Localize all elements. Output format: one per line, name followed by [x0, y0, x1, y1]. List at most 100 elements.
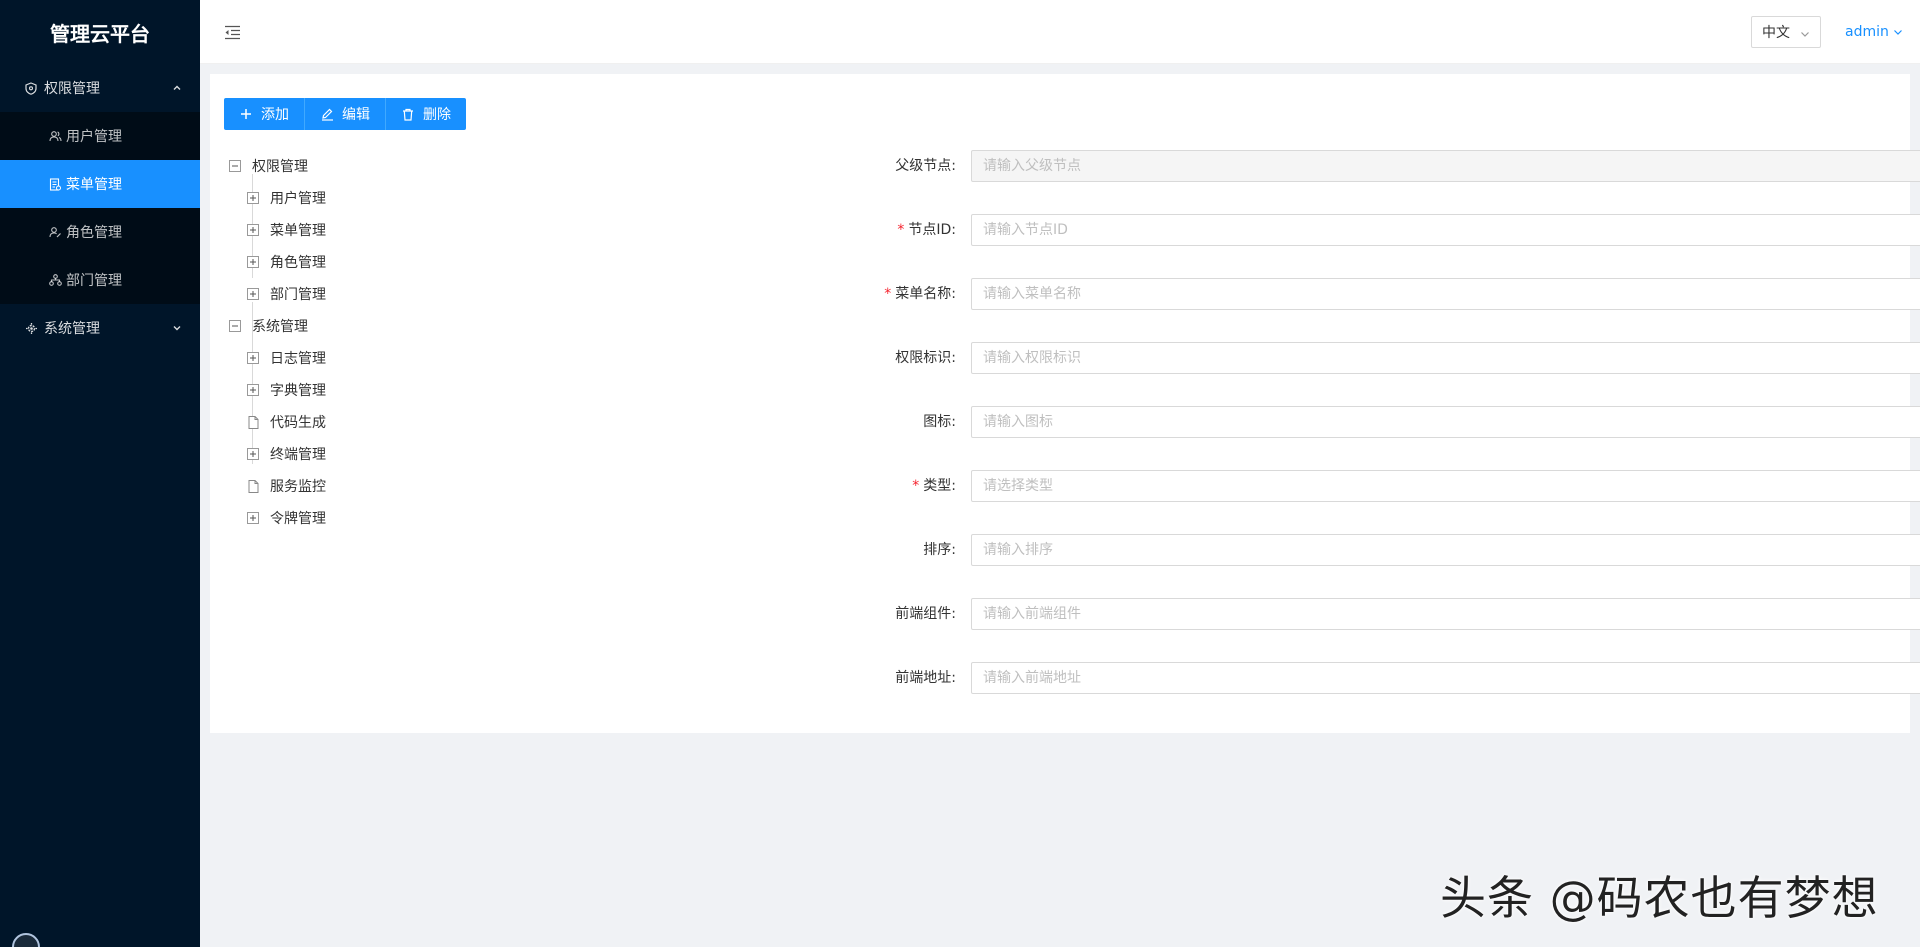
- edit-icon: [320, 107, 334, 121]
- tree-node-logs[interactable]: 日志管理: [228, 342, 628, 374]
- user-group-icon: [48, 129, 62, 143]
- tree-node-label: 系统管理: [252, 319, 308, 335]
- tree-node-tokens[interactable]: 令牌管理: [228, 502, 628, 534]
- menu-name-input[interactable]: [971, 278, 1920, 310]
- watermark: 头条 @码农也有梦想: [1440, 871, 1879, 925]
- user-dropdown[interactable]: admin: [1845, 22, 1903, 42]
- tree-node-users[interactable]: 用户管理: [228, 182, 628, 214]
- tree-node-label: 日志管理: [270, 351, 326, 367]
- sidebar-item-roles[interactable]: 角色管理: [0, 208, 200, 256]
- required-mark: *: [912, 478, 920, 494]
- tree-node-terminals[interactable]: 终端管理: [228, 438, 628, 470]
- language-value: 中文: [1762, 25, 1790, 41]
- sidebar-item-departments[interactable]: 部门管理: [0, 256, 200, 304]
- tree-node-label: 代码生成: [270, 415, 326, 431]
- sidebar-item-menus[interactable]: 菜单管理: [0, 160, 200, 208]
- form-label: 前端地址:: [895, 670, 956, 686]
- org-tree-icon: [48, 273, 62, 287]
- tree-node-label: 用户管理: [270, 191, 326, 207]
- component-input[interactable]: [971, 598, 1920, 630]
- edit-button[interactable]: 编辑: [305, 98, 386, 130]
- avatar[interactable]: [12, 933, 40, 947]
- sidebar-group-label: 权限管理: [44, 81, 100, 97]
- collapse-icon[interactable]: [228, 159, 242, 173]
- type-select-placeholder: 请选择类型: [983, 478, 1053, 494]
- form-label: 前端组件:: [895, 606, 956, 622]
- chevron-down-icon: [1893, 27, 1903, 37]
- type-select[interactable]: 请选择类型: [971, 470, 1920, 502]
- tree-node-menus[interactable]: 菜单管理: [228, 214, 628, 246]
- required-mark: *: [897, 222, 905, 238]
- tree-node-label: 菜单管理: [270, 223, 326, 239]
- parent-node-input[interactable]: [971, 150, 1920, 182]
- form-label: * 类型:: [912, 478, 956, 494]
- sidebar-item-label: 用户管理: [66, 129, 122, 145]
- form-row-sort: 排序:: [830, 534, 1920, 566]
- tree-node-codegen[interactable]: 代码生成: [228, 406, 628, 438]
- icon-input[interactable]: [971, 406, 1920, 438]
- form-row-type: * 类型: 请选择类型: [830, 470, 1920, 502]
- sidebar-item-label: 菜单管理: [66, 177, 122, 193]
- expand-icon[interactable]: [246, 351, 260, 365]
- form-row-permission: 权限标识:: [830, 342, 1920, 374]
- tree-node-label: 字典管理: [270, 383, 326, 399]
- sidebar: 管理云平台 权限管理 用户管理 菜单管理 角色管理 部门管理 系统管理: [0, 0, 200, 947]
- form-label: * 节点ID:: [897, 222, 956, 238]
- add-button[interactable]: 添加: [224, 98, 305, 130]
- expand-icon[interactable]: [246, 255, 260, 269]
- expand-icon[interactable]: [246, 511, 260, 525]
- sidebar-item-label: 部门管理: [66, 273, 122, 289]
- chevron-down-icon: [1800, 27, 1810, 37]
- trash-icon: [401, 107, 415, 121]
- menu-tree: 权限管理 用户管理 菜单管理 角色管理 部门管理 系统管理 日志管理 字典管理 …: [228, 150, 628, 534]
- expand-icon[interactable]: [246, 223, 260, 237]
- tree-node-monitor[interactable]: 服务监控: [228, 470, 628, 502]
- edit-button-label: 编辑: [342, 107, 370, 123]
- shield-icon: [24, 81, 38, 95]
- form-row-icon: 图标:: [830, 406, 1920, 438]
- top-header: 中文 admin: [200, 0, 1920, 64]
- sidebar-group-system[interactable]: 系统管理: [0, 304, 200, 352]
- sort-input[interactable]: [971, 534, 1920, 566]
- gear-cube-icon: [24, 321, 38, 335]
- tree-node-permissions[interactable]: 权限管理: [228, 150, 628, 182]
- collapse-icon[interactable]: [228, 319, 242, 333]
- node-id-input[interactable]: [971, 214, 1920, 246]
- delete-button[interactable]: 删除: [386, 98, 466, 130]
- form-row-path: 前端地址:: [830, 662, 1920, 694]
- form-label: 图标:: [923, 414, 956, 430]
- chevron-up-icon: [172, 83, 182, 93]
- document-icon: [48, 177, 62, 191]
- sidebar-group-label: 系统管理: [44, 321, 100, 337]
- expand-icon[interactable]: [246, 287, 260, 301]
- expand-icon[interactable]: [246, 447, 260, 461]
- tree-node-roles[interactable]: 角色管理: [228, 246, 628, 278]
- path-input[interactable]: [971, 662, 1920, 694]
- submenu-permissions: 用户管理 菜单管理 角色管理 部门管理: [0, 112, 200, 304]
- tree-node-departments[interactable]: 部门管理: [228, 278, 628, 310]
- plus-icon: [239, 107, 253, 121]
- menu-fold-icon[interactable]: [222, 22, 242, 42]
- form-label: * 菜单名称:: [884, 286, 956, 302]
- tree-node-label: 终端管理: [270, 447, 326, 463]
- language-select[interactable]: 中文: [1751, 16, 1821, 48]
- toolbar: 添加 编辑 删除: [224, 98, 466, 130]
- form-label: 父级节点:: [895, 158, 956, 174]
- tree-node-dictionary[interactable]: 字典管理: [228, 374, 628, 406]
- user-edit-icon: [48, 225, 62, 239]
- form-row-component: 前端组件:: [830, 598, 1920, 630]
- sidebar-item-users[interactable]: 用户管理: [0, 112, 200, 160]
- expand-icon[interactable]: [246, 383, 260, 397]
- sidebar-group-permissions[interactable]: 权限管理: [0, 64, 200, 112]
- form-row-menu-name: * 菜单名称:: [830, 278, 1920, 310]
- permission-input[interactable]: [971, 342, 1920, 374]
- form-label: 排序:: [923, 542, 956, 558]
- tree-node-label: 令牌管理: [270, 511, 326, 527]
- tree-node-system[interactable]: 系统管理: [228, 310, 628, 342]
- tree-node-label: 角色管理: [270, 255, 326, 271]
- sidebar-item-label: 角色管理: [66, 225, 122, 241]
- chevron-down-icon: [172, 323, 182, 333]
- expand-icon[interactable]: [246, 191, 260, 205]
- form-label: 权限标识:: [895, 350, 956, 366]
- app-logo: 管理云平台: [50, 21, 150, 46]
